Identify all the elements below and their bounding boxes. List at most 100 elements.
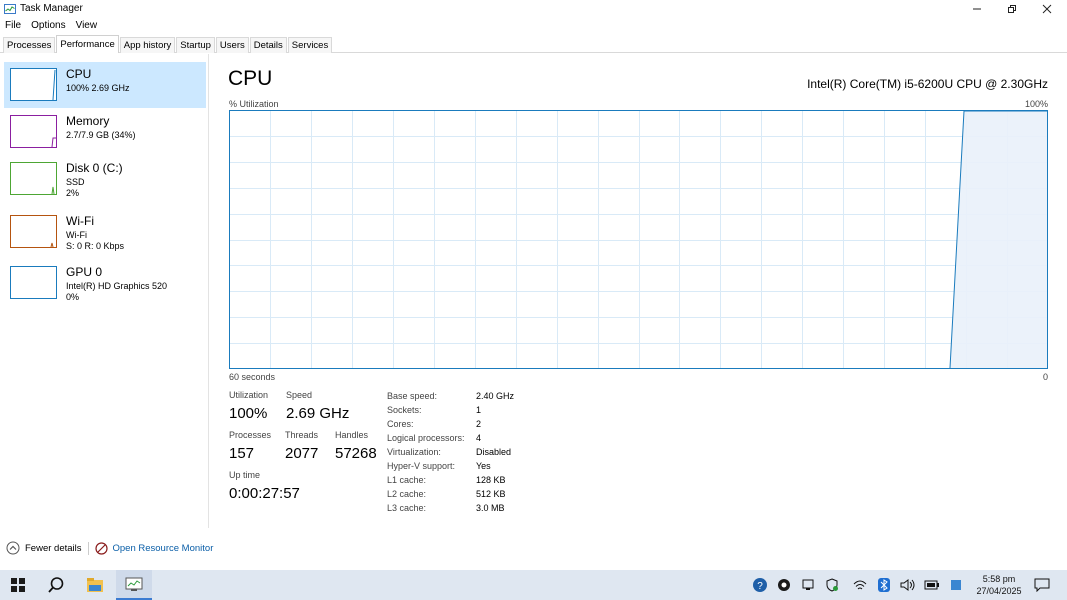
speaker-icon xyxy=(900,579,915,591)
folder-icon xyxy=(87,578,103,592)
x-axis-right-label: 0 xyxy=(1042,372,1048,382)
spec-row: Virtualization: Disabled xyxy=(387,445,514,459)
search-icon xyxy=(48,577,64,593)
volume-tray-icon[interactable] xyxy=(896,570,920,600)
menu-file[interactable]: File xyxy=(0,18,26,33)
tab-app-history[interactable]: App history xyxy=(119,37,176,53)
spec-row: Base speed: 2.40 GHz xyxy=(387,389,514,403)
open-resource-monitor-link[interactable]: Open Resource Monitor xyxy=(94,541,213,555)
wifi-thumbnail xyxy=(10,215,57,248)
sidebar-item-label: CPU xyxy=(66,67,92,81)
threads-label: Threads xyxy=(285,430,319,440)
square-icon xyxy=(951,580,961,590)
device-icon xyxy=(802,579,814,590)
wifi-mini-graph xyxy=(50,242,54,248)
device-tray-icon[interactable] xyxy=(796,570,820,600)
handles-stat: Handles 57268 xyxy=(335,430,377,462)
battery-icon xyxy=(924,580,939,590)
circle-app-icon xyxy=(778,579,790,591)
utilization-label: Utilization xyxy=(229,390,269,400)
memory-mini-graph xyxy=(51,137,56,148)
spec-value: 2.40 GHz xyxy=(476,391,515,401)
footer-divider xyxy=(87,541,89,555)
task-manager-taskbar-button[interactable] xyxy=(116,570,152,600)
speed-value: 2.69 GHz xyxy=(286,405,350,422)
wifi-icon xyxy=(853,580,867,590)
sidebar-item-gpu[interactable]: GPU 0 Intel(R) HD Graphics 520 0% xyxy=(4,260,206,306)
cpu-model: Intel(R) Core(TM) i5-6200U CPU @ 2.30GHz xyxy=(807,77,1048,91)
minimize-icon xyxy=(973,8,981,9)
spec-row: Hyper-V support: Yes xyxy=(387,459,514,473)
windows-logo-icon xyxy=(11,578,25,592)
uptime-label: Up time xyxy=(229,470,261,480)
bluetooth-tray-icon[interactable] xyxy=(872,570,896,600)
tab-strip: Processes Performance App history Startu… xyxy=(0,35,1067,53)
utilization-value: 100% xyxy=(229,405,268,422)
sidebar-item-disk[interactable]: Disk 0 (C:) SSD 2% xyxy=(4,156,206,202)
restore-button[interactable] xyxy=(995,0,1029,17)
action-center-icon xyxy=(1034,578,1050,592)
minimize-button[interactable] xyxy=(960,0,994,17)
resource-monitor-icon xyxy=(94,541,108,555)
title-bar[interactable]: Task Manager xyxy=(0,0,1067,17)
clock-time: 5:58 pm xyxy=(982,574,1016,584)
sidebar-item-memory[interactable]: Memory 2.7/7.9 GB (34%) xyxy=(4,109,206,155)
sidebar-item-label: Memory xyxy=(66,114,110,128)
tab-performance[interactable]: Performance xyxy=(56,35,119,53)
cpu-mini-graph xyxy=(52,69,56,101)
tab-processes[interactable]: Processes xyxy=(3,37,56,53)
sidebar-item-wifi[interactable]: Wi-Fi Wi-Fi S: 0 R: 0 Kbps xyxy=(4,209,206,255)
disk-thumbnail xyxy=(10,162,57,195)
speed-label: Speed xyxy=(286,390,313,400)
cpu-thumbnail xyxy=(10,68,57,101)
spec-key: Hyper-V support: xyxy=(387,461,456,471)
spec-key: L2 cache: xyxy=(387,489,427,499)
y-axis-max: 100% xyxy=(1024,99,1048,109)
notification-square-tray-icon[interactable] xyxy=(944,570,968,600)
speed-stat: Speed 2.69 GHz xyxy=(286,390,349,422)
help-tray-icon[interactable]: ? xyxy=(748,570,772,600)
sidebar-item-label: Disk 0 (C:) xyxy=(66,161,123,175)
taskbar: ? 5:58 pm 27/04/2025 xyxy=(0,570,1067,600)
network-tray-icon[interactable] xyxy=(848,570,872,600)
tab-services[interactable]: Services xyxy=(287,37,333,53)
menu-view[interactable]: View xyxy=(71,18,103,33)
gpu-thumbnail xyxy=(10,266,57,299)
clock[interactable]: 5:58 pm 27/04/2025 xyxy=(966,573,1032,597)
sidebar-item-detail: 100% 2.69 GHz xyxy=(66,83,130,93)
sidebar-item-value: 0% xyxy=(66,292,80,302)
resource-list: CPU 100% 2.69 GHz Memory 2.7/7.9 GB (34%… xyxy=(0,54,209,528)
spec-row: Cores: 2 xyxy=(387,417,514,431)
page-title: CPU xyxy=(228,67,273,90)
close-icon xyxy=(1042,4,1052,13)
spec-key: L1 cache: xyxy=(387,475,427,485)
spec-value: Disabled xyxy=(476,447,512,457)
tab-details[interactable]: Details xyxy=(249,37,287,53)
sidebar-item-value: S: 0 R: 0 Kbps xyxy=(66,241,125,251)
battery-tray-icon[interactable] xyxy=(920,570,944,600)
handles-value: 57268 xyxy=(335,445,377,462)
task-manager-icon xyxy=(125,577,143,591)
tab-startup[interactable]: Startup xyxy=(176,37,215,53)
tab-users[interactable]: Users xyxy=(215,37,249,53)
close-button[interactable] xyxy=(1030,0,1064,17)
security-tray-icon[interactable] xyxy=(820,570,844,600)
sidebar-item-cpu[interactable]: CPU 100% 2.69 GHz xyxy=(4,62,206,108)
processes-value: 157 xyxy=(229,445,255,462)
app-tray-icon[interactable] xyxy=(772,570,796,600)
bluetooth-icon xyxy=(878,578,890,592)
spec-key: Cores: xyxy=(387,419,414,429)
spec-value: 128 KB xyxy=(476,475,506,485)
start-button[interactable] xyxy=(0,570,36,600)
menu-options[interactable]: Options xyxy=(26,18,70,33)
fewer-details-label: Fewer details xyxy=(25,542,82,554)
spec-row: L2 cache: 512 KB xyxy=(387,487,514,501)
action-center-button[interactable] xyxy=(1030,570,1054,600)
sidebar-item-label: Wi-Fi xyxy=(66,214,94,228)
fewer-details-button[interactable]: Fewer details xyxy=(6,541,82,555)
disk-mini-graph xyxy=(51,186,55,195)
threads-value: 2077 xyxy=(285,445,319,462)
spec-row: Logical processors: 4 xyxy=(387,431,514,445)
file-explorer-button[interactable] xyxy=(77,570,113,600)
search-button[interactable] xyxy=(38,570,74,600)
